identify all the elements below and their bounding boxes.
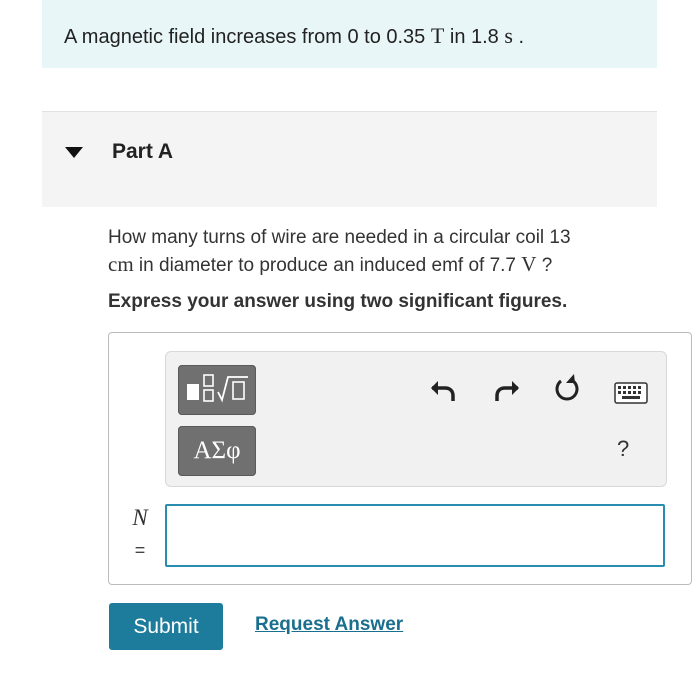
submit-button[interactable]: Submit [109,603,223,650]
greek-letters-button[interactable]: ΑΣφ [178,426,256,476]
keyboard-icon[interactable] [614,382,648,404]
problem-intro: A magnetic field increases from 0 to 0.3… [42,0,657,68]
question-line-1: How many turns of wire are needed in a c… [108,227,571,248]
answer-instruction: Express your answer using two significan… [108,291,568,312]
unit-tesla: T [430,23,445,48]
collapse-caret-icon[interactable] [65,147,83,158]
unit-volt: V [521,252,537,276]
intro-text: A magnetic field increases from 0 to 0.3… [64,23,524,49]
request-answer-link[interactable]: Request Answer [255,614,403,636]
variable-label: N [132,505,148,530]
redo-icon[interactable] [492,376,522,404]
unit-cm: cm [108,252,134,276]
answer-panel: ΑΣφ ? N = [108,332,692,585]
question-line-2: cm in diameter to produce an induced emf… [108,251,648,279]
question-line-2-end: ? [536,255,553,276]
equals-sign: = [134,540,146,560]
templates-button[interactable] [178,365,256,415]
unit-seconds: s [504,23,513,48]
intro-suffix: . [512,26,525,48]
undo-icon[interactable] [428,376,458,404]
answer-input[interactable] [165,504,665,567]
help-icon[interactable]: ? [617,436,629,462]
part-a-header[interactable]: Part A [42,111,657,207]
part-title: Part A [112,140,174,163]
math-toolbar: ΑΣφ ? [165,351,667,487]
intro-middle: in 1.8 [444,26,505,48]
question-text: How many turns of wire are needed in a c… [108,225,648,279]
intro-prefix: A magnetic field increases from 0 to 0.3… [64,26,431,48]
templates-icon [187,374,248,403]
reset-icon[interactable] [551,372,583,406]
question-line-2-text: in diameter to produce an induced emf of… [133,255,522,276]
